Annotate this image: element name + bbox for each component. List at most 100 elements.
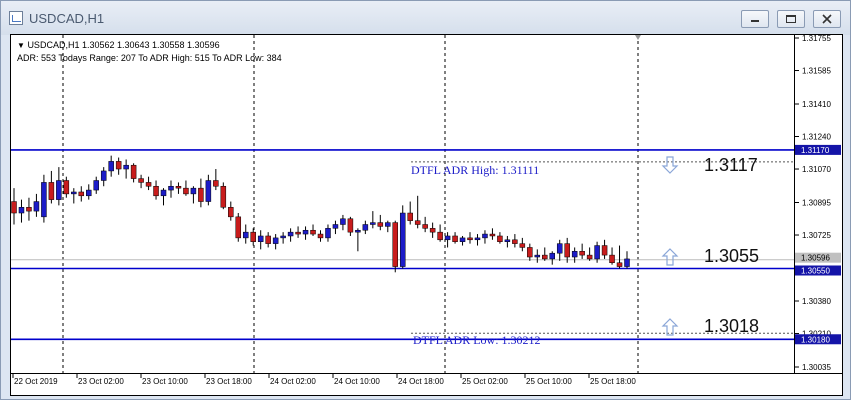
bear-candle [235, 216, 242, 239]
bear-candle [183, 187, 189, 195]
bull-candle [571, 251, 578, 258]
time-tick-label: 22 Oct 2019 [14, 377, 58, 386]
bull-candle [205, 180, 212, 202]
price-tick-label: 1.30725 [802, 231, 831, 240]
bull-candle [362, 224, 369, 231]
bear-candle [452, 235, 458, 242]
bear-candle [198, 187, 204, 202]
restore-button[interactable] [777, 10, 805, 28]
bear-candle [519, 243, 526, 248]
bear-candle [377, 222, 384, 227]
bear-candle [213, 180, 219, 187]
time-tick-label: 24 Oct 02:00 [270, 377, 316, 386]
price-tag-label: 1.31170 [801, 146, 830, 155]
bear-candle [145, 182, 152, 187]
price-tick-label: 1.30380 [802, 297, 831, 306]
level-label-upper: 1.3117 [704, 155, 758, 175]
bull-candle [190, 187, 197, 195]
price-tag-label: 1.30550 [801, 266, 830, 275]
price-tag-label: 1.30596 [801, 254, 830, 263]
bear-candle [579, 251, 585, 256]
bear-candle [228, 207, 234, 218]
bear-candle [392, 222, 399, 267]
bear-candle [429, 228, 436, 233]
bear-candle [153, 185, 159, 197]
bear-candle [497, 235, 503, 242]
bear-candle [437, 231, 443, 241]
bull-candle [280, 235, 286, 239]
bear-candle [489, 233, 496, 237]
time-tick-label: 25 Oct 02:00 [462, 377, 508, 386]
adr-high-label: DTFL ADR High: 1.31111 [411, 163, 540, 177]
bear-candle [467, 237, 473, 241]
close-button[interactable] [813, 10, 841, 28]
time-axis-scale: 22 Oct 2019 23 Oct 02:00 23 Oct 10:00 23 Oc… [12, 374, 636, 386]
bear-candle [310, 229, 316, 235]
close-icon [822, 14, 832, 24]
bull-candle [257, 235, 264, 242]
bull-candle [123, 164, 129, 170]
shift-marker-icon [635, 35, 641, 40]
bull-candle [242, 231, 249, 239]
bull-candle [56, 180, 62, 200]
bear-candle [601, 245, 608, 256]
price-tick-label: 1.30035 [802, 363, 831, 372]
bull-candle [444, 235, 451, 241]
bull-candle [33, 201, 40, 212]
symbol-ohlc-info: ▼ USDCAD,H1 1.30562 1.30643 1.30558 1.30… [17, 40, 220, 50]
bear-candle [422, 224, 428, 229]
minimize-button[interactable] [741, 10, 769, 28]
adr-info: ADR: 553 Todays Range: 207 To ADR High: … [17, 53, 282, 63]
bear-candle [48, 182, 55, 200]
time-axis[interactable]: 22 Oct 2019 23 Oct 02:00 23 Oct 10:00 23 Oc… [10, 374, 843, 396]
title-bar[interactable]: USDCAD,H1 [1, 1, 850, 35]
bull-candle [370, 222, 376, 225]
bull-candle [302, 229, 309, 235]
bull-candle [325, 228, 331, 239]
bear-candle [78, 191, 85, 197]
ohlc-text: USDCAD,H1 1.30562 1.30643 1.30558 1.3059… [27, 40, 220, 50]
bull-candle [474, 237, 481, 241]
price-axis[interactable]: 1.31755 1.31585 1.31410 1.31240 1.31070 1.308… [795, 34, 843, 374]
bull-candle [399, 212, 406, 267]
bear-candle [609, 254, 615, 264]
bull-candle [160, 189, 167, 197]
bull-candle [594, 245, 600, 260]
price-chart[interactable]: ▼ USDCAD,H1 1.30562 1.30643 1.30558 1.30… [10, 34, 795, 374]
bull-candle [71, 191, 77, 195]
price-tag-label: 1.30180 [801, 335, 830, 344]
chart-dropdown-icon[interactable]: ▼ [17, 41, 25, 50]
bear-candle [63, 180, 70, 195]
bull-candle [93, 180, 99, 191]
arrow-up-icon [661, 248, 679, 266]
time-tick-label: 23 Oct 18:00 [206, 377, 252, 386]
bull-candle [168, 185, 174, 191]
bull-candle [41, 182, 47, 218]
bear-candle [586, 254, 593, 260]
adr-low-label: DTFL ADR Low: 1.30212 [413, 333, 541, 347]
price-tick-label: 1.31755 [802, 34, 831, 43]
minimize-icon [751, 20, 759, 22]
arrow-down-icon [661, 156, 679, 174]
bull-candle [624, 258, 630, 267]
bear-candle [347, 218, 354, 233]
bear-candle [138, 178, 144, 183]
price-tick-label: 1.31070 [802, 165, 831, 174]
bear-candle [542, 254, 548, 260]
bear-candle [130, 164, 137, 179]
time-tick-label: 25 Oct 10:00 [526, 377, 572, 386]
time-tick-label: 23 Oct 10:00 [142, 377, 188, 386]
bear-candle [295, 231, 301, 235]
time-tick-label: 25 Oct 18:00 [590, 377, 636, 386]
bull-candle [332, 224, 339, 229]
price-axis-scale: 1.31755 1.31585 1.31410 1.31240 1.31070 1.308… [795, 34, 841, 372]
bear-candle [26, 207, 32, 212]
bear-candle [115, 161, 122, 170]
bear-candle [317, 233, 324, 239]
price-tick-label: 1.31240 [802, 133, 831, 142]
bull-candle [18, 207, 25, 214]
bear-candle [512, 239, 518, 244]
bear-candle [527, 247, 533, 258]
bull-candle [534, 254, 541, 258]
bull-candle [108, 161, 114, 172]
